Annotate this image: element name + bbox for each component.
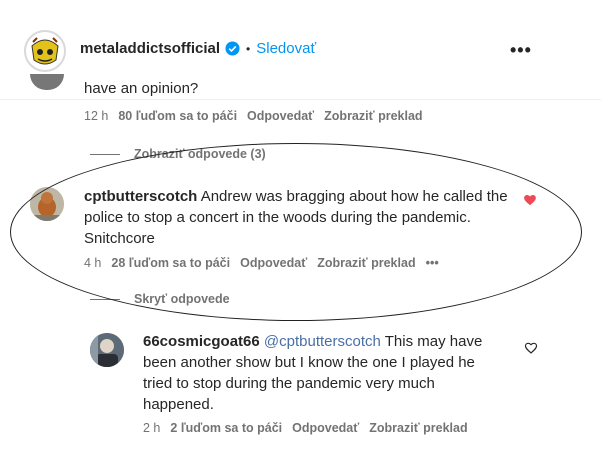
- verified-badge-icon: [225, 41, 240, 56]
- account-username[interactable]: metaladdictsofficial: [80, 40, 220, 57]
- reply-translate-button[interactable]: Zobraziť preklad: [369, 421, 467, 435]
- comment-avatar[interactable]: [30, 187, 64, 221]
- reply-username[interactable]: 66cosmicgoat66: [143, 333, 260, 350]
- hide-replies-button[interactable]: Skryť odpovede: [90, 292, 230, 306]
- comment-translate-button[interactable]: Zobraziť preklad: [317, 256, 415, 270]
- previous-comment-translate-button[interactable]: Zobraziť preklad: [324, 109, 422, 123]
- replies-divider-line: [90, 153, 120, 155]
- view-replies-label: Zobraziť odpovede (3): [134, 147, 266, 161]
- comment-more-icon[interactable]: •••: [426, 256, 439, 270]
- previous-comment-likes[interactable]: 80 ľuďom sa to páči: [118, 109, 237, 123]
- separator-dot: •: [246, 41, 251, 56]
- previous-comment-time[interactable]: 12 h: [84, 109, 108, 123]
- comment-likes[interactable]: 28 ľuďom sa to páči: [111, 256, 230, 270]
- account-avatar[interactable]: [24, 30, 66, 72]
- reply-reply-button[interactable]: Odpovedať: [292, 421, 359, 435]
- header-row: metaladdictsofficial • Sledovať: [80, 40, 316, 57]
- more-options-icon[interactable]: •••: [510, 40, 532, 61]
- comment-body: cptbutterscotch Andrew was bragging abou…: [84, 186, 514, 249]
- previous-comment-reply-button[interactable]: Odpovedať: [247, 109, 314, 123]
- comment-reply-button[interactable]: Odpovedať: [240, 256, 307, 270]
- hide-replies-label: Skryť odpovede: [134, 292, 230, 306]
- reply-time[interactable]: 2 h: [143, 421, 160, 435]
- reply-mention-link[interactable]: @cptbutterscotch: [264, 333, 381, 350]
- liked-heart-icon[interactable]: [523, 193, 537, 207]
- reply-meta: 2 h 2 ľuďom sa to páči Odpovedať Zobrazi…: [143, 421, 468, 435]
- reply-body: 66cosmicgoat66 @cptbutterscotch This may…: [143, 331, 508, 415]
- view-replies-button[interactable]: Zobraziť odpovede (3): [90, 147, 266, 161]
- comment-meta: 4 h 28 ľuďom sa to páči Odpovedať Zobraz…: [84, 256, 439, 270]
- like-heart-icon[interactable]: [524, 341, 538, 355]
- previous-comment-meta: 12 h 80 ľuďom sa to páči Odpovedať Zobra…: [84, 109, 423, 123]
- reply-likes[interactable]: 2 ľuďom sa to páči: [170, 421, 282, 435]
- comment-time[interactable]: 4 h: [84, 256, 101, 270]
- follow-button[interactable]: Sledovať: [256, 40, 316, 57]
- reply-avatar[interactable]: [90, 333, 124, 367]
- comment-username[interactable]: cptbutterscotch: [84, 188, 197, 205]
- previous-comment-text: have an opinion?: [84, 80, 199, 97]
- replies-divider-line: [90, 298, 120, 300]
